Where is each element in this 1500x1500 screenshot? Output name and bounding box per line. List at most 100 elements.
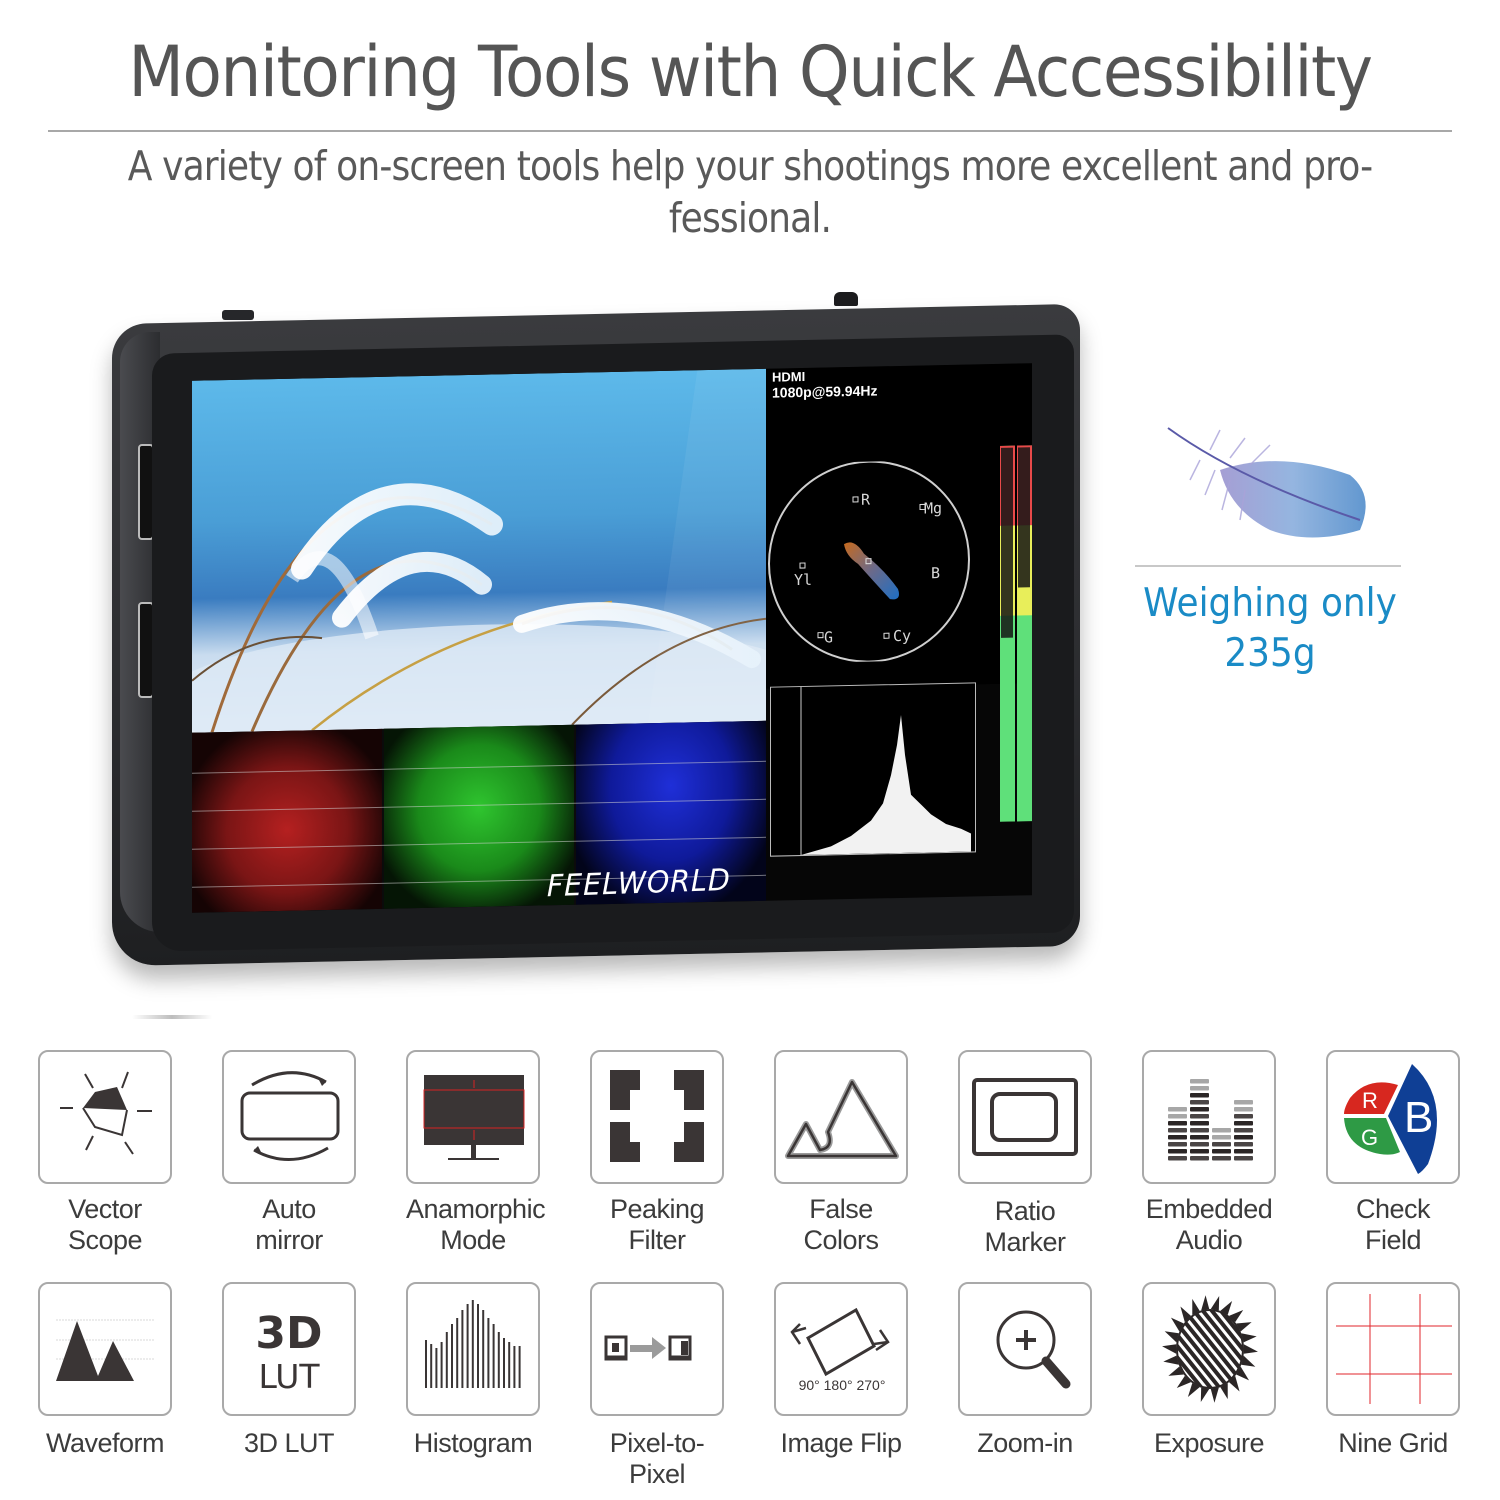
feature-label: 3D LUT: [243, 1428, 335, 1458]
audio-segment: [1168, 1114, 1187, 1119]
histogram-icon-bar: [508, 1342, 511, 1388]
mountain-icon: [785, 1079, 899, 1159]
rgb-letter-r: R: [1362, 1088, 1378, 1113]
label-line: Marker: [984, 1227, 1066, 1257]
sun-ray: [1243, 1344, 1258, 1354]
audio-segment: [1212, 1135, 1231, 1140]
signal-source: HDMI: [772, 368, 806, 385]
sun-exposure-icon: [1162, 1295, 1258, 1403]
audio-segment: [1168, 1149, 1187, 1154]
waveform-peaks-icon: [56, 1319, 154, 1381]
audio-segment: [1190, 1156, 1209, 1161]
feature-label: Zoom-in: [977, 1428, 1073, 1458]
histogram-icon-bar: [487, 1318, 490, 1388]
feature-auto-mirror: Auto mirror: [222, 1050, 356, 1256]
vs-label-mg: Mg: [924, 499, 942, 517]
label-line: Vector: [68, 1194, 142, 1224]
audio-segment: [1168, 1142, 1187, 1147]
sun-ray: [1164, 1331, 1179, 1343]
audio-segment: [1234, 1149, 1253, 1154]
pixel-to-pixel-icon: [604, 1335, 692, 1361]
sun-ray: [1241, 1333, 1257, 1343]
image-flip-icon: 90° 180° 270°: [790, 1307, 890, 1393]
signal-format: 1080p@59.94Hz: [772, 382, 878, 401]
weight-value: 235g: [1224, 631, 1316, 676]
label-line: mirror: [255, 1225, 323, 1255]
feature-image-flip: 90° 180° 270° Image Flip: [774, 1282, 908, 1459]
audio-segment: [1190, 1093, 1209, 1098]
sun-ray: [1200, 1387, 1210, 1402]
audio-segment: [1190, 1100, 1209, 1105]
3d-lut-icon: 3D LUT: [255, 1308, 322, 1396]
audio-levels-icon: [1168, 1079, 1253, 1161]
sun-ray: [1241, 1355, 1256, 1367]
menu-dial[interactable]: [834, 292, 858, 306]
anamorphic-monitor-icon: [423, 1075, 525, 1160]
vs-label-yl: Yl: [794, 571, 812, 589]
feature-zoom-in: Zoom-in: [958, 1282, 1092, 1459]
audio-segment: [1234, 1121, 1253, 1126]
subtitle-line-2: fessional.: [668, 194, 832, 242]
audio-segment: [1168, 1107, 1187, 1112]
audio-segment: [1190, 1079, 1209, 1084]
scope-panel: HDMI 1080p@59.94Hz R Mg Yl B G Cy: [766, 363, 1032, 689]
histogram-icon-bar: [451, 1324, 453, 1388]
feature-label: False Colors: [774, 1194, 908, 1256]
audio-segment: [1190, 1135, 1209, 1140]
label-line: Peaking: [609, 1194, 705, 1224]
audio-segment: [1190, 1086, 1209, 1091]
histogram-icon-bar: [492, 1324, 495, 1388]
lut-icon-3d: 3D: [255, 1308, 322, 1359]
feather-icon: [1167, 427, 1366, 538]
histogram-icon-bar: [466, 1304, 469, 1388]
feature-label: Waveform: [45, 1428, 165, 1458]
histogram-icon-bar: [513, 1346, 516, 1388]
title-divider: [48, 130, 1452, 132]
histogram-icon-bar: [445, 1332, 448, 1388]
histogram-icon-bar: [440, 1342, 443, 1388]
audio-segment: [1168, 1156, 1187, 1161]
feature-label: Embedded Audio: [1142, 1194, 1276, 1256]
sun-ray: [1162, 1344, 1177, 1354]
histogram-icon-bar: [503, 1338, 505, 1388]
feature-vector-scope: Vector Scope: [38, 1050, 172, 1256]
audio-segment: [1190, 1142, 1209, 1147]
power-button[interactable]: [222, 310, 254, 320]
feature-nine-grid: Nine Grid: [1326, 1282, 1460, 1459]
monitor-screen: HDMI 1080p@59.94Hz R Mg Yl B G Cy: [192, 363, 1032, 913]
audio-segment: [1168, 1128, 1187, 1133]
label-line: Check: [1355, 1194, 1431, 1224]
rgb-letter-b: B: [1404, 1093, 1433, 1142]
lut-icon-lut: LUT: [258, 1357, 320, 1396]
feature-3d-lut: 3D LUT 3D LUT: [222, 1282, 356, 1459]
label-line: Field: [1364, 1225, 1422, 1255]
subtitle-line-1: A variety of on-screen tools help your s…: [127, 142, 1373, 190]
histogram-icon-bar: [482, 1310, 485, 1388]
audio-segment: [1190, 1128, 1209, 1133]
histogram-icon-bar: [497, 1332, 500, 1388]
luma-histogram: [770, 682, 976, 857]
histogram-icon-bar: [425, 1340, 427, 1388]
audio-segment: [1212, 1128, 1231, 1133]
feature-embedded-audio: Embedded Audio: [1142, 1050, 1276, 1256]
page-subtitle: A variety of on-screen tools help your s…: [90, 140, 1410, 244]
histogram-icon-bar: [456, 1318, 459, 1388]
weight-label: Weighing only: [1143, 581, 1397, 626]
audio-segment: [1168, 1135, 1187, 1140]
audio-segment: [1234, 1128, 1253, 1133]
feature-label: Image Flip: [780, 1428, 902, 1458]
feature-label: Exposure: [1153, 1428, 1265, 1458]
histogram-icon-bar: [518, 1346, 521, 1388]
histogram-icon-bar: [471, 1300, 474, 1388]
label-line: Auto: [262, 1194, 316, 1224]
auto-mirror-icon: [240, 1071, 340, 1161]
audio-level-meter: [1000, 445, 1032, 822]
vectorscope-display: R Mg Yl B G Cy: [768, 460, 970, 663]
label-line: Ratio: [994, 1196, 1056, 1226]
audio-segment: [1168, 1121, 1187, 1126]
feature-check-field: R G B Check Field: [1326, 1050, 1460, 1256]
sun-ray: [1210, 1296, 1220, 1311]
weight-divider: [1135, 565, 1401, 567]
feature-histogram: Histogram: [406, 1282, 540, 1459]
sun-ray: [1163, 1355, 1179, 1365]
